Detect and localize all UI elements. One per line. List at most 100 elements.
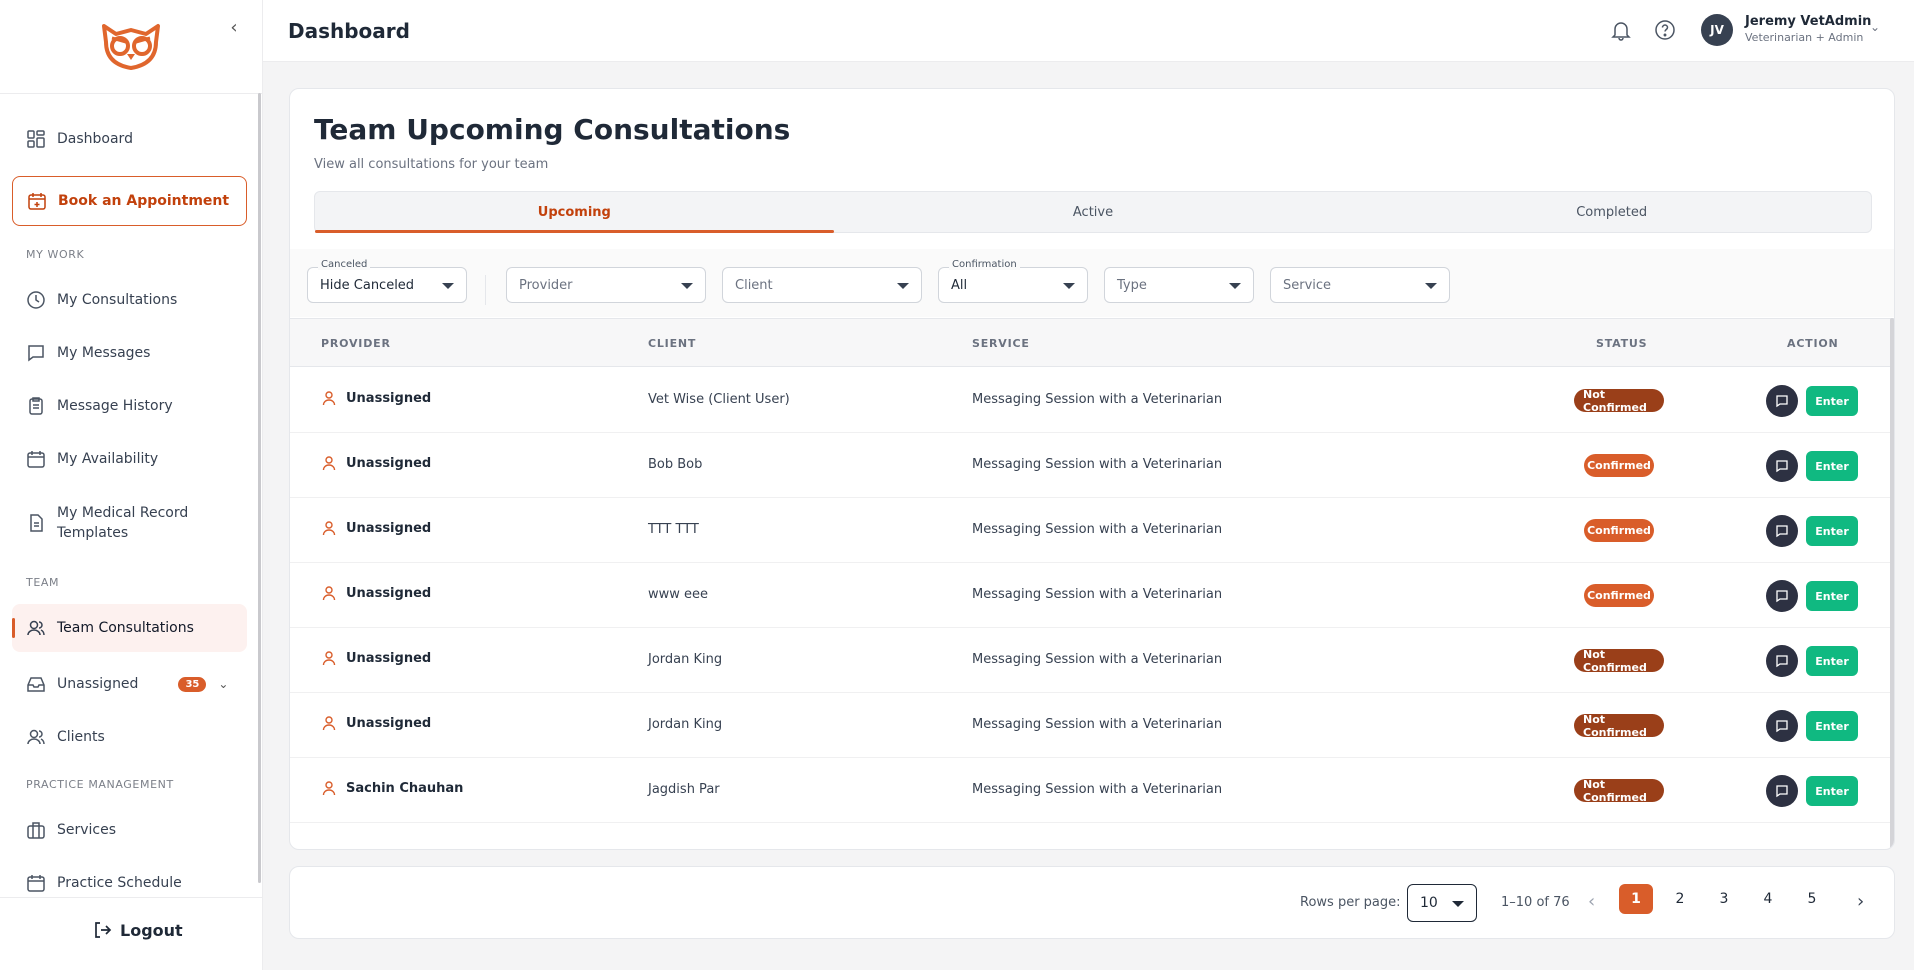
chevron-left-icon[interactable]: ‹ bbox=[1588, 891, 1595, 912]
type-filter[interactable]: Type bbox=[1104, 267, 1254, 303]
avatar[interactable]: JV bbox=[1701, 14, 1733, 46]
page-button[interactable]: 2 bbox=[1663, 884, 1697, 914]
table-scrollbar[interactable] bbox=[1890, 318, 1894, 849]
users-icon bbox=[27, 729, 45, 745]
sidebar-scrollbar[interactable] bbox=[258, 93, 261, 883]
section-label-team: TEAM bbox=[26, 576, 60, 589]
chat-icon bbox=[1776, 720, 1788, 733]
user-name[interactable]: Jeremy VetAdmin bbox=[1745, 14, 1871, 29]
tab-upcoming[interactable]: Upcoming bbox=[315, 192, 834, 233]
book-appointment-label: Book an Appointment bbox=[58, 193, 230, 209]
column-header-status[interactable]: STATUS bbox=[1596, 337, 1647, 350]
users-icon bbox=[27, 620, 45, 636]
bell-icon[interactable] bbox=[1610, 19, 1632, 41]
dropdown-caret-icon bbox=[1063, 283, 1075, 289]
logout-button[interactable]: Logout bbox=[92, 920, 183, 940]
book-appointment-button[interactable]: Book an Appointment bbox=[12, 176, 247, 226]
collapse-sidebar-button[interactable]: ‹ bbox=[224, 18, 244, 38]
column-header-provider[interactable]: PROVIDER bbox=[321, 337, 391, 350]
service-cell: Messaging Session with a Veterinarian bbox=[972, 522, 1223, 537]
user-icon bbox=[322, 391, 336, 406]
inbox-icon bbox=[27, 677, 45, 692]
service-cell: Messaging Session with a Veterinarian bbox=[972, 782, 1223, 797]
message-button[interactable] bbox=[1766, 515, 1798, 547]
client-cell: Bob Bob bbox=[648, 457, 703, 472]
sidebar-item-dashboard[interactable]: Dashboard bbox=[12, 117, 247, 161]
enter-button[interactable]: Enter bbox=[1806, 386, 1858, 416]
message-button[interactable] bbox=[1766, 580, 1798, 612]
provider-cell: Unassigned bbox=[321, 585, 431, 601]
column-header-client[interactable]: CLIENT bbox=[648, 337, 696, 350]
page-button[interactable]: 1 bbox=[1619, 884, 1653, 914]
filter-label: Canceled bbox=[318, 259, 371, 270]
sidebar-item-my-consultations[interactable]: My Consultations bbox=[12, 278, 247, 322]
sidebar-item-services[interactable]: Services bbox=[12, 808, 247, 852]
enter-button[interactable]: Enter bbox=[1806, 776, 1858, 806]
table-row[interactable]: Unassigned Vet Wise (Client User) Messag… bbox=[290, 368, 1894, 433]
dropdown-caret-icon bbox=[681, 283, 693, 289]
sidebar-item-medical-templates[interactable]: My Medical Record Templates bbox=[12, 499, 247, 547]
table-row[interactable]: Unassigned Jordan King Messaging Session… bbox=[290, 628, 1894, 693]
message-button[interactable] bbox=[1766, 645, 1798, 677]
canceled-filter[interactable]: Canceled Hide Canceled bbox=[307, 259, 467, 303]
tab-completed[interactable]: Completed bbox=[1352, 192, 1871, 232]
chevron-down-icon[interactable]: ⌄ bbox=[218, 677, 228, 691]
page-button[interactable]: 4 bbox=[1751, 884, 1785, 914]
table-row[interactable]: Unassigned www eee Messaging Session wit… bbox=[290, 563, 1894, 628]
top-header: Dashboard JV Jeremy VetAdmin Veterinaria… bbox=[263, 0, 1914, 62]
provider-filter[interactable]: Provider bbox=[506, 267, 706, 303]
section-label-practice: PRACTICE MANAGEMENT bbox=[26, 778, 174, 791]
enter-button[interactable]: Enter bbox=[1806, 516, 1858, 546]
sidebar-item-message-history[interactable]: Message History bbox=[12, 384, 247, 428]
sidebar-item-my-messages[interactable]: My Messages bbox=[12, 331, 247, 375]
rows-per-page-select[interactable]: 10 bbox=[1407, 884, 1477, 922]
divider bbox=[0, 93, 263, 94]
provider-name: Unassigned bbox=[346, 585, 432, 601]
sidebar-item-label: Services bbox=[57, 822, 117, 838]
enter-button[interactable]: Enter bbox=[1806, 451, 1858, 481]
page-title: Dashboard bbox=[288, 19, 410, 43]
table-row[interactable]: Unassigned Bob Bob Messaging Session wit… bbox=[290, 433, 1894, 498]
column-header-service[interactable]: SERVICE bbox=[972, 337, 1030, 350]
client-filter[interactable]: Client bbox=[722, 267, 922, 303]
table-row[interactable]: Unassigned Jordan King Messaging Session… bbox=[290, 693, 1894, 758]
filter-placeholder: Client bbox=[735, 277, 773, 293]
service-filter[interactable]: Service bbox=[1270, 267, 1450, 303]
sidebar-item-clients[interactable]: Clients bbox=[12, 715, 247, 759]
confirmation-filter[interactable]: Confirmation All bbox=[938, 259, 1088, 303]
rows-per-page-label: Rows per page: bbox=[1300, 895, 1401, 910]
status-badge: Not Confirmed bbox=[1574, 388, 1664, 414]
chevron-right-icon[interactable]: › bbox=[1857, 891, 1864, 912]
enter-button[interactable]: Enter bbox=[1806, 581, 1858, 611]
chat-icon bbox=[1776, 655, 1788, 668]
status-badge: Confirmed bbox=[1584, 519, 1654, 542]
provider-cell: Unassigned bbox=[321, 520, 431, 536]
client-cell: Jordan King bbox=[648, 717, 723, 732]
table-row[interactable]: Unassigned TTT TTT Messaging Session wit… bbox=[290, 498, 1894, 563]
message-button[interactable] bbox=[1766, 385, 1798, 417]
consultations-card: Team Upcoming Consultations View all con… bbox=[289, 88, 1895, 850]
sidebar-item-team-consultations[interactable]: Team Consultations bbox=[12, 604, 247, 652]
message-button[interactable] bbox=[1766, 710, 1798, 742]
message-button[interactable] bbox=[1766, 450, 1798, 482]
service-cell: Messaging Session with a Veterinarian bbox=[972, 652, 1223, 667]
provider-cell: Unassigned bbox=[321, 650, 431, 666]
enter-button[interactable]: Enter bbox=[1806, 711, 1858, 741]
sidebar-item-practice-schedule[interactable]: Practice Schedule bbox=[12, 861, 247, 905]
sidebar: ‹ Dashboard Book an Appointment MY WORK … bbox=[0, 0, 263, 970]
document-icon bbox=[30, 514, 43, 532]
sidebar-item-unassigned[interactable]: Unassigned 35 ⌄ bbox=[12, 662, 247, 706]
chat-icon bbox=[28, 345, 44, 362]
table-row[interactable]: Sachin Chauhan Jagdish Par Messaging Ses… bbox=[290, 758, 1894, 823]
enter-button[interactable]: Enter bbox=[1806, 646, 1858, 676]
page-button[interactable]: 5 bbox=[1795, 884, 1829, 914]
help-icon[interactable] bbox=[1654, 19, 1676, 41]
dropdown-caret-icon bbox=[442, 283, 454, 289]
page-button[interactable]: 3 bbox=[1707, 884, 1741, 914]
sidebar-item-label: My Availability bbox=[57, 451, 159, 467]
chat-icon bbox=[1776, 525, 1788, 538]
sidebar-item-my-availability[interactable]: My Availability bbox=[12, 437, 247, 481]
message-button[interactable] bbox=[1766, 775, 1798, 807]
chevron-down-icon[interactable]: ⌄ bbox=[1870, 20, 1880, 34]
tab-active[interactable]: Active bbox=[834, 192, 1353, 232]
